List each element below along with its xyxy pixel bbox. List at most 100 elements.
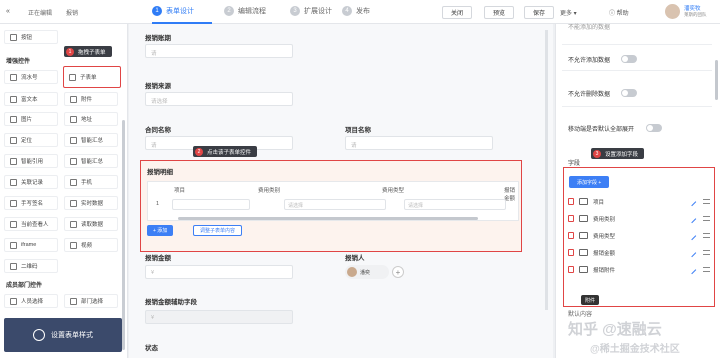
add-field-button[interactable]: 添加字段 + [569, 176, 610, 188]
step-process[interactable]: 2 编辑流程 [224, 6, 266, 16]
step-form-design[interactable]: 1 表单设计 [152, 6, 194, 16]
palette-item-smart-summary[interactable]: 智能汇总 [64, 133, 118, 147]
drag-handle-icon[interactable] [703, 267, 710, 272]
palette-icon [33, 329, 45, 341]
source-select[interactable]: 请选择 [145, 92, 293, 106]
palette-item-location[interactable]: 定位 [4, 133, 58, 147]
palette-item-richtext[interactable]: 富文本 [4, 92, 58, 106]
total-aux-input[interactable]: ¥ [145, 310, 293, 324]
palette-item-phone[interactable]: 手机 [64, 175, 118, 189]
palette-item-smart-summary-2[interactable]: 智能汇总 [64, 154, 118, 168]
step-label: 编辑流程 [238, 8, 266, 15]
step-number: 3 [290, 6, 300, 16]
subform-control[interactable]: 报销明细 项目 费用类别 费用类型 报销金额 1 请选择 请选择 + 添加 调整… [140, 160, 522, 252]
callout-click-subform: 2 点击该子表单控件 [193, 146, 258, 157]
control-palette: 按钮 增强控件 流水号 子表单 富文本 附件 图片 地址 定位 智能汇总 智能引… [0, 24, 128, 358]
subform-batch-button[interactable]: 调整子表单内容 [193, 225, 243, 236]
preview-button[interactable]: 预览 [484, 6, 515, 19]
palette-item-address[interactable]: 地址 [64, 112, 118, 126]
edit-icon[interactable] [687, 231, 697, 240]
palette-item-attachment[interactable]: 附件 [64, 92, 118, 106]
no-add-toggle[interactable] [621, 55, 637, 63]
palette-item-subform[interactable]: 子表单 [63, 66, 121, 88]
callout-number: 2 [195, 147, 203, 156]
text-field-icon [579, 198, 588, 205]
step-extension[interactable]: 3 扩展设计 [290, 6, 332, 16]
location-pin-icon [70, 115, 77, 123]
delete-icon[interactable] [568, 249, 574, 256]
property-label-mobile-expand: 移动端是否默认全部展开 [568, 127, 635, 133]
delete-icon[interactable] [568, 215, 574, 222]
field-row-type[interactable]: 费用类型 [568, 228, 710, 243]
palette-item-smart-reference[interactable]: 智能引用 [4, 154, 58, 168]
edit-icon[interactable] [687, 197, 697, 206]
palette-item-label: 人员选择 [21, 299, 44, 305]
subform-header: 报销金额 [504, 188, 516, 202]
delete-icon[interactable] [568, 198, 574, 205]
form-style-label: 设置表单样式 [51, 332, 93, 339]
reporter-chip[interactable]: 潘奕 [345, 265, 389, 279]
drag-handle-icon[interactable] [703, 233, 710, 238]
total-input[interactable]: ¥ [145, 265, 293, 279]
save-button[interactable]: 保存 [524, 6, 555, 19]
palette-item-member-select[interactable]: 人员选择 [4, 294, 58, 308]
palette-item-image[interactable]: 图片 [4, 112, 58, 126]
palette-item-label: 视频 [81, 243, 93, 249]
palette-item-qrcode[interactable]: 二维码 [4, 259, 58, 273]
user-team: 莱斯的团队 [684, 12, 707, 17]
no-delete-toggle[interactable] [621, 89, 637, 97]
step-publish[interactable]: 4 发布 [342, 6, 370, 16]
period-input[interactable]: 请 [145, 44, 293, 58]
palette-item-video[interactable]: 视频 [64, 238, 118, 252]
drag-handle-icon[interactable] [703, 216, 710, 221]
palette-item-current-viewer[interactable]: 当前查看人 [4, 217, 58, 231]
canvas-scrollbar[interactable] [545, 30, 548, 310]
palette-item-serial[interactable]: 流水号 [4, 70, 58, 84]
field-row-attachment[interactable]: 报销附件 [568, 262, 710, 277]
field-name: 报销金额 [593, 250, 616, 257]
palette-scrollbar[interactable] [122, 120, 125, 350]
palette-item-iframe[interactable]: iframe [4, 238, 58, 252]
palette-item-related-record[interactable]: 关联记录 [4, 175, 58, 189]
properties-scrollbar[interactable] [715, 60, 718, 100]
drag-handle-icon[interactable] [703, 199, 710, 204]
cell-category-select[interactable]: 请选择 [284, 199, 386, 210]
edit-icon[interactable] [687, 265, 697, 274]
field-row-amount[interactable]: 报销金额 [568, 245, 710, 260]
palette-item-label: 二维码 [21, 264, 38, 270]
delete-icon[interactable] [568, 266, 574, 273]
realtime-icon [70, 199, 77, 207]
edit-icon[interactable] [687, 248, 697, 257]
palette-item-button[interactable]: 按钮 [4, 30, 58, 44]
cell-type-select[interactable]: 请选择 [404, 199, 506, 210]
palette-item-department-select[interactable]: 部门选择 [64, 294, 118, 308]
palette-item-signature[interactable]: 手写签名 [4, 196, 58, 210]
step-label: 扩展设计 [304, 8, 332, 15]
divider [562, 106, 712, 107]
help-button[interactable]: ⓘ 帮助 [609, 8, 629, 17]
cell-project-input[interactable] [172, 199, 250, 210]
step-number: 1 [152, 6, 162, 16]
project-input[interactable]: 请 [345, 136, 493, 150]
edit-icon[interactable] [687, 214, 697, 223]
field-row-project[interactable]: 项目 [568, 194, 710, 209]
subform-add-button[interactable]: + 添加 [147, 225, 174, 236]
form-style-button[interactable]: 设置表单样式 [4, 318, 122, 352]
user-avatar[interactable] [664, 3, 681, 20]
watermark: 知乎 @速融云 [568, 321, 662, 338]
field-row-category[interactable]: 费用类别 [568, 211, 710, 226]
drag-handle-icon[interactable] [703, 250, 710, 255]
palette-item-realtime-data[interactable]: 实时数据 [64, 196, 118, 210]
close-button[interactable]: 关闭 [442, 6, 473, 19]
add-person-button[interactable]: + [392, 266, 404, 278]
back-icon[interactable]: « [6, 8, 10, 15]
more-menu[interactable]: 更多 ▾ [560, 8, 577, 17]
palette-item-label: 智能汇总 [81, 159, 104, 165]
field-name: 费用类别 [593, 216, 616, 223]
field-name: 费用类型 [593, 233, 616, 240]
subform-scrollbar[interactable] [178, 217, 478, 220]
palette-item-read-data[interactable]: 读取数据 [64, 217, 118, 231]
delete-icon[interactable] [568, 232, 574, 239]
mobile-expand-toggle[interactable] [646, 124, 662, 132]
summary-icon [70, 136, 77, 144]
